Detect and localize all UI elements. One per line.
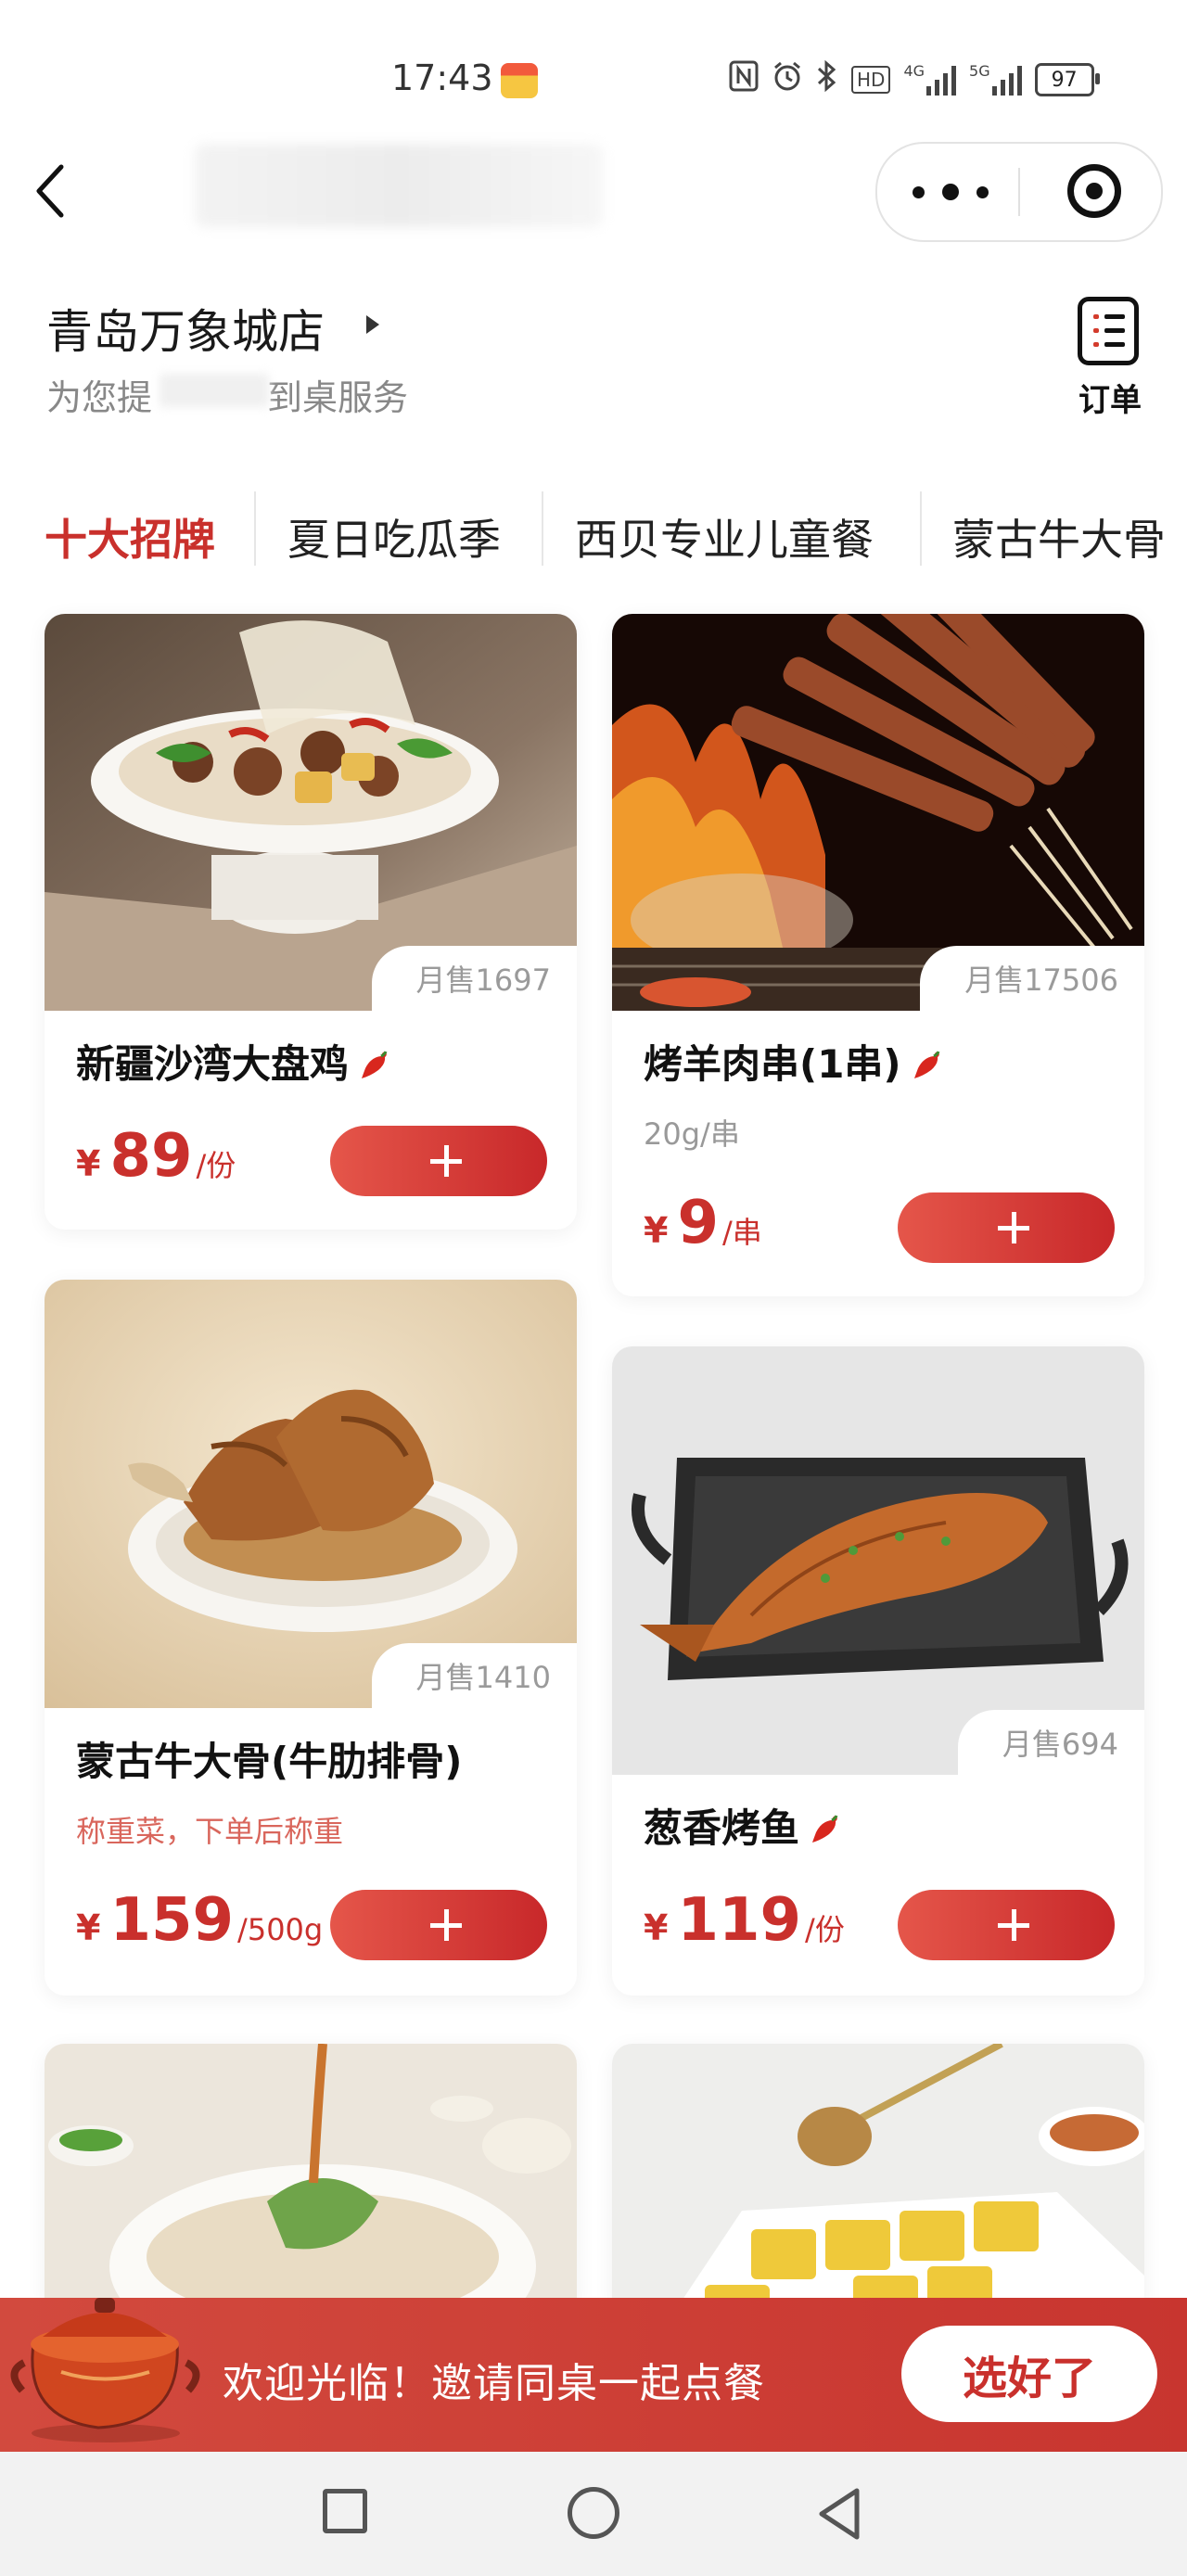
product-image[interactable]: 月售1410 [45, 1280, 577, 1708]
product-image[interactable]: 月售17506 [612, 614, 1144, 1011]
checkout-button[interactable]: 选好了 [901, 2326, 1157, 2422]
page-title-obscured [195, 144, 603, 227]
add-to-cart-button[interactable] [330, 1890, 547, 1960]
product-card-partial-right[interactable] [612, 2044, 1144, 2322]
product-card-lamb-skewer[interactable]: 月售17506 烤羊肉串(1串) 20g/串 ¥9/串 [612, 614, 1144, 1296]
product-name[interactable]: 烤羊肉串(1串) [644, 1033, 944, 1090]
spicy-chili-icon [362, 1051, 388, 1078]
status-icons: HD 4G 5G 97 [729, 59, 1100, 100]
subtitle-obscured [160, 374, 269, 407]
product-price: ¥9/串 [644, 1189, 762, 1257]
close-mini-program-icon[interactable] [1067, 164, 1121, 218]
home-icon[interactable] [568, 2487, 619, 2539]
battery-icon: 97 [1034, 63, 1100, 96]
tab-beef-bone[interactable]: 蒙古牛大骨 [952, 506, 1166, 567]
product-card-dapanji[interactable]: 月售1697 新疆沙湾大盘鸡 ¥89/份 [45, 614, 577, 1230]
product-price: ¥159/500g [76, 1886, 324, 1955]
product-card-beef-bone[interactable]: 月售1410 蒙古牛大骨(牛肋排骨) 称重菜，下单后称重 ¥159/500g [45, 1280, 577, 1996]
nfc-icon [729, 60, 759, 99]
product-card-grilled-fish[interactable]: 月售694 葱香烤鱼 ¥119/份 [612, 1346, 1144, 1996]
monthly-sales: 月售1697 [371, 946, 577, 1011]
product-price: ¥119/份 [644, 1886, 845, 1955]
subtitle-prefix: 为您提 [46, 377, 153, 418]
capsule-divider [1018, 168, 1020, 216]
hd-icon: HD [851, 66, 891, 94]
spicy-chili-icon [812, 1815, 838, 1843]
product-price: ¥89/份 [76, 1122, 236, 1191]
product-spec: 20g/串 [644, 1116, 740, 1152]
status-bar: 17:43 HD 4G 5G 97 [0, 0, 1187, 158]
tab-signature[interactable]: 十大招牌 [45, 506, 215, 567]
monthly-sales: 月售694 [957, 1710, 1144, 1775]
order-list-icon[interactable] [1078, 297, 1139, 365]
recent-apps-icon[interactable] [323, 2489, 367, 2533]
category-tabs: 十大招牌 夏日吃瓜季 西贝专业儿童餐 蒙古牛大骨 [0, 482, 1187, 579]
tab-divider [254, 491, 256, 566]
product-spec: 称重菜，下单后称重 [76, 1814, 344, 1849]
subtitle-suffix: 到桌服务 [267, 377, 409, 418]
banner-invite-text: 欢迎光临！邀请同桌一起点餐 [223, 2360, 765, 2407]
network-5g-label: 5G [969, 62, 990, 80]
status-time: 17:43 [391, 57, 493, 98]
more-options-icon[interactable] [913, 181, 989, 203]
store-arrow-icon[interactable] [366, 315, 379, 334]
spicy-chili-icon [913, 1051, 940, 1078]
store-name[interactable]: 青岛万象城店 [46, 295, 325, 362]
mini-program-capsule [875, 142, 1163, 242]
product-image[interactable]: 月售694 [612, 1346, 1144, 1775]
monthly-sales: 月售17506 [920, 946, 1144, 1011]
add-to-cart-button[interactable] [898, 1192, 1115, 1263]
alarm-icon [772, 60, 803, 99]
notification-app-icon [501, 63, 538, 98]
tab-summer-melon[interactable]: 夏日吃瓜季 [287, 506, 501, 567]
tab-divider [542, 491, 543, 566]
bluetooth-icon [816, 59, 838, 100]
monthly-sales: 月售1410 [371, 1643, 577, 1708]
clay-pot-icon [10, 2298, 200, 2442]
system-back-icon[interactable] [812, 2485, 868, 2543]
tab-kids-meal[interactable]: 西贝专业儿童餐 [575, 506, 874, 567]
back-arrow-icon[interactable] [28, 163, 74, 219]
product-name[interactable]: 蒙古牛大骨(牛肋排骨) [76, 1730, 462, 1787]
add-to-cart-button[interactable] [330, 1126, 547, 1196]
product-image[interactable] [612, 2044, 1144, 2322]
product-name[interactable]: 新疆沙湾大盘鸡 [76, 1033, 391, 1090]
product-image[interactable]: 月售1697 [45, 614, 577, 1011]
signal-4g-icon: 4G [903, 62, 957, 96]
tab-divider [920, 491, 922, 566]
network-4g-label: 4G [903, 62, 925, 80]
product-name[interactable]: 葱香烤鱼 [644, 1797, 842, 1854]
system-navigation-bar [0, 2452, 1187, 2576]
add-to-cart-button[interactable] [898, 1890, 1115, 1960]
signal-5g-icon: 5G [969, 64, 1022, 96]
order-label[interactable]: 订单 [1079, 375, 1142, 420]
